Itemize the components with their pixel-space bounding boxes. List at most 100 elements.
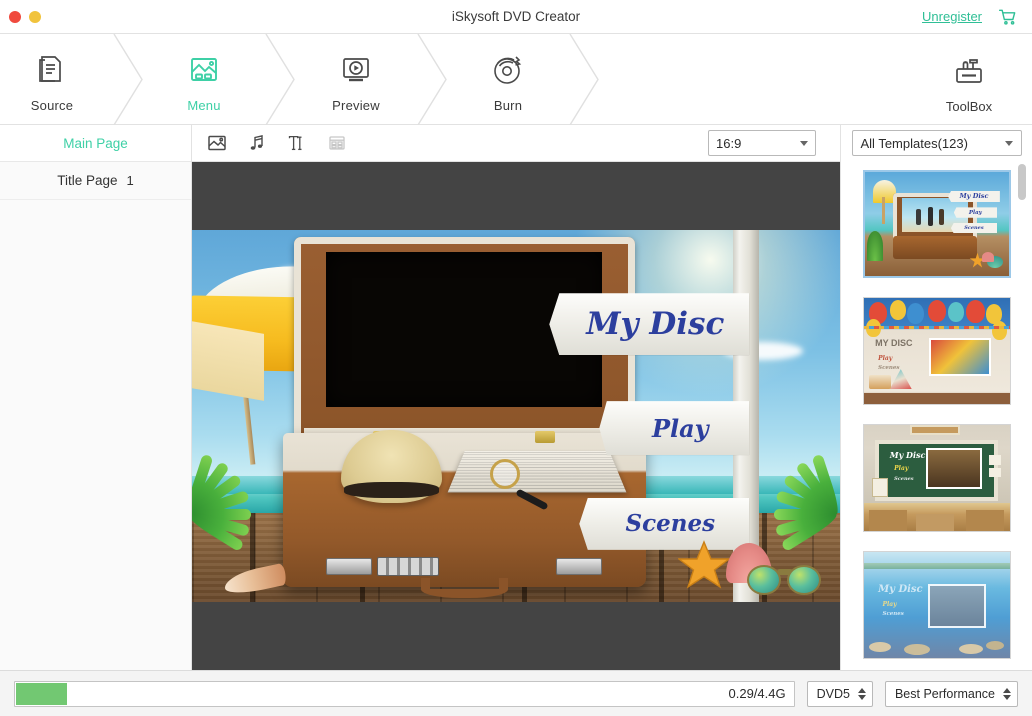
template-thumbnail-classroom[interactable]: My Disc Play Scenes — [863, 424, 1011, 532]
template-scrollbar-thumb[interactable] — [1018, 164, 1026, 200]
stepper-icon — [1003, 688, 1011, 700]
suitcase-latch — [326, 558, 372, 575]
documents-icon — [34, 52, 70, 88]
image-gallery-icon — [186, 52, 222, 88]
menu-preview-image[interactable]: My Disc Play Scenes — [192, 230, 840, 602]
step-preview-label: Preview — [332, 98, 380, 113]
step-divider-3 — [408, 34, 456, 125]
template-label: Scenes — [894, 476, 913, 482]
menu-editor: 16:9 — [192, 125, 840, 670]
step-source-label: Source — [31, 98, 73, 113]
template-filter-value: All Templates(123) — [861, 136, 968, 151]
disc-usage-progress: 0.29/4.4G — [14, 681, 795, 707]
template-label: Scenes — [964, 225, 983, 231]
stepper-down-icon[interactable] — [858, 695, 866, 700]
sunglass-lens — [747, 565, 781, 595]
step-divider-1 — [104, 34, 152, 125]
main-page-label[interactable]: Main Page — [63, 136, 128, 151]
umbrella-canopy-side — [192, 320, 263, 401]
disc-burn-icon — [490, 52, 526, 88]
disc-type-value: DVD5 — [817, 687, 850, 701]
background-music-button[interactable] — [246, 132, 268, 154]
toolbox-icon — [950, 51, 988, 89]
balloon — [966, 300, 985, 323]
quality-select[interactable]: Best Performance — [885, 681, 1018, 707]
template-thumbnail-beach[interactable]: My Disc Play Scenes — [863, 170, 1011, 278]
balloon — [890, 300, 906, 320]
title-bar: iSkysoft DVD Creator Unregister — [0, 0, 1032, 34]
title-page-number: 1 — [127, 173, 134, 188]
suitcase-combination-lock — [377, 557, 439, 576]
template-list[interactable]: My Disc Play Scenes — [841, 162, 1032, 670]
step-menu[interactable]: Menu — [152, 34, 256, 125]
workflow-step-bar: Source Menu — [0, 34, 1032, 125]
menu-canvas[interactable]: My Disc Play Scenes — [192, 162, 840, 670]
toolbox-button[interactable]: ToolBox — [924, 34, 1014, 125]
shopping-cart-icon[interactable] — [998, 7, 1018, 27]
step-divider-4 — [560, 34, 608, 125]
status-bar: 0.29/4.4G DVD5 Best Performance — [0, 670, 1032, 716]
balloon — [948, 302, 964, 322]
step-burn-label: Burn — [494, 98, 522, 113]
background-image-button[interactable] — [206, 132, 228, 154]
template-label: Play — [894, 465, 908, 472]
suitcase-clasp — [535, 431, 555, 443]
step-burn[interactable]: Burn — [456, 34, 560, 125]
template-label: My Disc — [878, 584, 923, 595]
unregister-link[interactable]: Unregister — [922, 9, 982, 24]
template-filter-select[interactable]: All Templates(123) — [852, 130, 1022, 156]
template-label: Play — [969, 210, 982, 216]
open-book — [447, 451, 626, 493]
template-thumbnail-birthday[interactable]: MY DISC Play Scenes — [863, 297, 1011, 405]
hat-band — [344, 482, 438, 498]
menu-item-my-disc[interactable]: My Disc — [549, 293, 749, 355]
sunglass-lens — [787, 565, 821, 595]
template-scrollbar-track[interactable] — [1021, 162, 1029, 670]
stepper-up-icon[interactable] — [858, 688, 866, 693]
menu-item-play[interactable]: Play — [599, 401, 749, 455]
title-page-label: Title Page — [57, 173, 117, 188]
title-bar-actions: Unregister — [922, 7, 1032, 27]
template-label: Scenes — [878, 365, 899, 371]
text-button[interactable] — [286, 132, 308, 154]
window-controls — [0, 11, 41, 23]
template-label: My Disc — [890, 450, 926, 460]
template-label: MY DISC — [875, 338, 912, 348]
sunglasses — [747, 563, 821, 595]
templates-panel: All Templates(123) My Dis — [840, 125, 1032, 670]
app-title: iSkysoft DVD Creator — [0, 0, 1032, 33]
editor-toolbar: 16:9 — [192, 125, 840, 162]
step-source[interactable]: Source — [0, 34, 104, 125]
stepper-up-icon[interactable] — [1003, 688, 1011, 693]
aspect-ratio-select[interactable]: 16:9 — [708, 130, 816, 156]
template-label: My Disc — [959, 192, 988, 200]
main-body: Main Page Title Page 1 — [0, 125, 1032, 670]
magnifier-icon — [490, 459, 520, 489]
template-label: Scenes — [882, 611, 903, 617]
disc-usage-progress-fill — [16, 683, 67, 705]
pages-sidebar: Main Page Title Page 1 — [0, 125, 192, 670]
toolbox-label: ToolBox — [946, 99, 992, 114]
suitcase-latch — [556, 558, 602, 575]
stepper-down-icon[interactable] — [1003, 695, 1011, 700]
thumbnail-layout-button — [326, 132, 348, 154]
step-divider-2 — [256, 34, 304, 125]
minimize-button[interactable] — [29, 11, 41, 23]
starfish-icon — [678, 539, 730, 591]
suitcase-handle — [421, 578, 508, 598]
aspect-ratio-value: 16:9 — [716, 136, 741, 151]
step-preview[interactable]: Preview — [304, 34, 408, 125]
template-label: Play — [882, 601, 896, 608]
sidebar-item-title-page[interactable]: Title Page 1 — [0, 162, 191, 200]
quality-value: Best Performance — [895, 687, 995, 701]
step-menu-label: Menu — [187, 98, 220, 113]
stepper-icon — [858, 688, 866, 700]
balloon — [928, 300, 946, 322]
monitor-play-icon — [338, 52, 374, 88]
close-button[interactable] — [9, 11, 21, 23]
template-thumbnail-ocean[interactable]: My Disc Play Scenes — [863, 551, 1011, 659]
disc-usage-text: 0.29/4.4G — [729, 686, 794, 701]
disc-type-select[interactable]: DVD5 — [807, 681, 873, 707]
app-window: iSkysoft DVD Creator Unregister — [0, 0, 1032, 716]
template-label: Play — [878, 355, 892, 362]
